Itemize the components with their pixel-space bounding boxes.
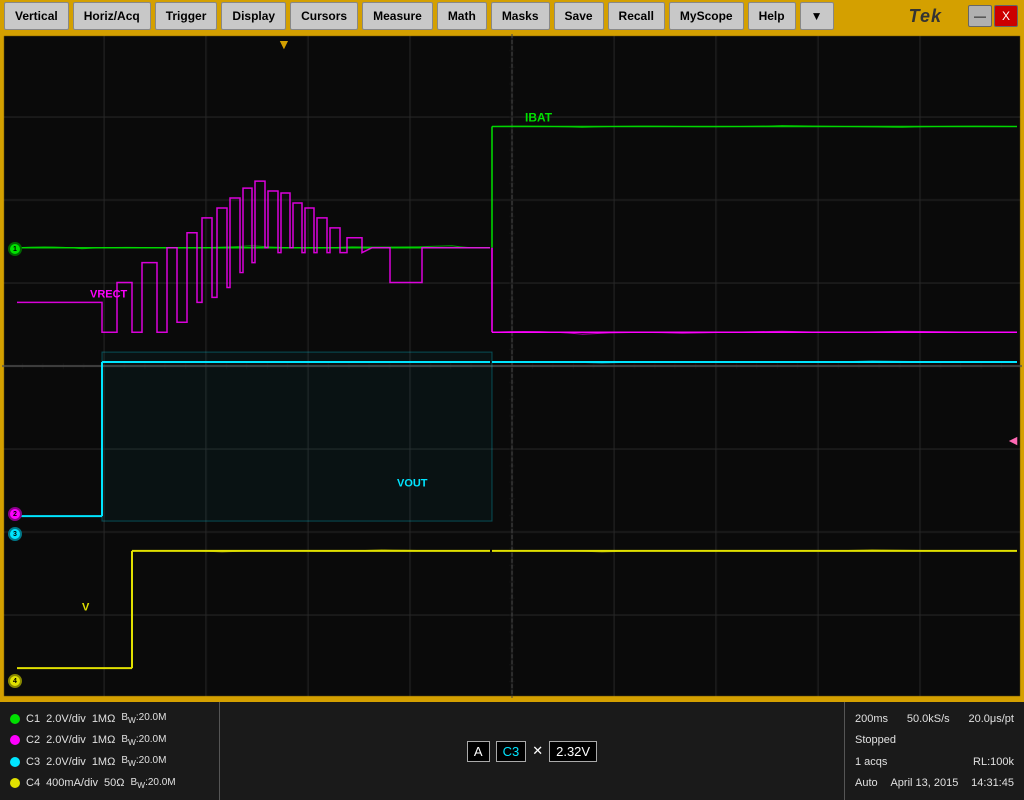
ch1-bw: BW:20.0M (121, 712, 166, 725)
waveform-svg: IBAT VRECT VOUT V (2, 34, 1022, 698)
timebase-section: 200ms 50.0kS/s 20.0μs/pt Stopped 1 acqs … (844, 702, 1024, 800)
stopped-status: Stopped (855, 734, 896, 746)
menu-display[interactable]: Display (221, 2, 286, 30)
scope-display: IBAT VRECT VOUT V 1 2 3 4 ▼ ◄ (0, 32, 1024, 700)
titlebar: Vertical Horiz/Acq Trigger Display Curso… (0, 0, 1024, 32)
trigger-mode-auto: Auto (855, 777, 878, 789)
ch4-label: C4 (26, 777, 40, 789)
ch1-indicator[interactable]: 1 (8, 242, 22, 256)
ch4-status: C4 400mA/div 50Ω BW:20.0M (10, 777, 209, 790)
ch3-label: C3 (26, 756, 40, 768)
channel-info: C1 2.0V/div 1MΩ BW:20.0M C2 2.0V/div 1MΩ… (0, 702, 220, 800)
ch3-indicator[interactable]: 3 (8, 527, 22, 541)
ch1-volts: 2.0V/div (46, 713, 86, 725)
ch4-dot (10, 778, 20, 788)
svg-text:IBAT: IBAT (525, 111, 553, 125)
ch1-status: C1 2.0V/div 1MΩ BW:20.0M (10, 712, 209, 725)
window-controls: — X (968, 5, 1018, 27)
sample-rate: 50.0kS/s (907, 713, 950, 725)
trigger-value: 2.32V (556, 744, 590, 759)
time-div: 200ms (855, 713, 888, 725)
brand-logo: Tek (909, 6, 942, 27)
timebase-row-1: 200ms 50.0kS/s 20.0μs/pt (855, 713, 1014, 725)
ch2-imp: 1MΩ (92, 734, 116, 746)
ch1-dot (10, 714, 20, 724)
ch2-label: C2 (26, 734, 40, 746)
time-value: 14:31:45 (971, 777, 1014, 789)
trigger-ch-box: C3 (496, 741, 527, 762)
right-arrow-indicator: ◄ (1006, 432, 1020, 448)
svg-text:V: V (82, 602, 90, 614)
svg-text:VRECT: VRECT (90, 288, 128, 300)
ch2-dot (10, 735, 20, 745)
menu-recall[interactable]: Recall (608, 2, 665, 30)
menu-cursors[interactable]: Cursors (290, 2, 358, 30)
ch2-status: C2 2.0V/div 1MΩ BW:20.0M (10, 734, 209, 747)
rl-value: RL:100k (973, 756, 1014, 768)
ch3-bw: BW:20.0M (121, 755, 166, 768)
trigger-symbol: ✕ (532, 743, 543, 759)
menu-trigger[interactable]: Trigger (155, 2, 218, 30)
ch4-indicator[interactable]: 4 (8, 674, 22, 688)
trigger-mode-box: A (467, 741, 490, 762)
trigger-section: A C3 ✕ 2.32V (220, 702, 844, 800)
ch4-volts: 400mA/div (46, 777, 98, 789)
trigger-value-box: 2.32V (549, 741, 597, 762)
menu-masks[interactable]: Masks (491, 2, 550, 30)
menu-math[interactable]: Math (437, 2, 487, 30)
ch2-bw: BW:20.0M (121, 734, 166, 747)
timebase-row-2: Stopped (855, 734, 1014, 746)
trigger-arrow: ▼ (277, 36, 291, 52)
menu-save[interactable]: Save (554, 2, 604, 30)
menu-myscope[interactable]: MyScope (669, 2, 744, 30)
acqs-count: 1 acqs (855, 756, 887, 768)
ch1-imp: 1MΩ (92, 713, 116, 725)
ch3-imp: 1MΩ (92, 756, 116, 768)
ch3-status: C3 2.0V/div 1MΩ BW:20.0M (10, 755, 209, 768)
ch4-imp: 50Ω (104, 777, 124, 789)
trigger-ch-label: C3 (503, 744, 520, 759)
time-pt: 20.0μs/pt (969, 713, 1014, 725)
ch2-indicator[interactable]: 2 (8, 507, 22, 521)
timebase-row-4: Auto April 13, 2015 14:31:45 (855, 777, 1014, 789)
ch1-label: C1 (26, 713, 40, 725)
close-button[interactable]: X (994, 5, 1018, 27)
menu-vertical[interactable]: Vertical (4, 2, 69, 30)
date-value: April 13, 2015 (890, 777, 958, 789)
trigger-mode-label: A (474, 744, 483, 759)
ch2-volts: 2.0V/div (46, 734, 86, 746)
timebase-row-3: 1 acqs RL:100k (855, 756, 1014, 768)
menu-overflow[interactable]: ▼ (800, 2, 834, 30)
ch4-bw: BW:20.0M (131, 777, 176, 790)
minimize-button[interactable]: — (968, 5, 992, 27)
menu-horiz-acq[interactable]: Horiz/Acq (73, 2, 151, 30)
statusbar: C1 2.0V/div 1MΩ BW:20.0M C2 2.0V/div 1MΩ… (0, 700, 1024, 800)
ch3-dot (10, 757, 20, 767)
menu-measure[interactable]: Measure (362, 2, 433, 30)
ch3-volts: 2.0V/div (46, 756, 86, 768)
menu-help[interactable]: Help (748, 2, 796, 30)
